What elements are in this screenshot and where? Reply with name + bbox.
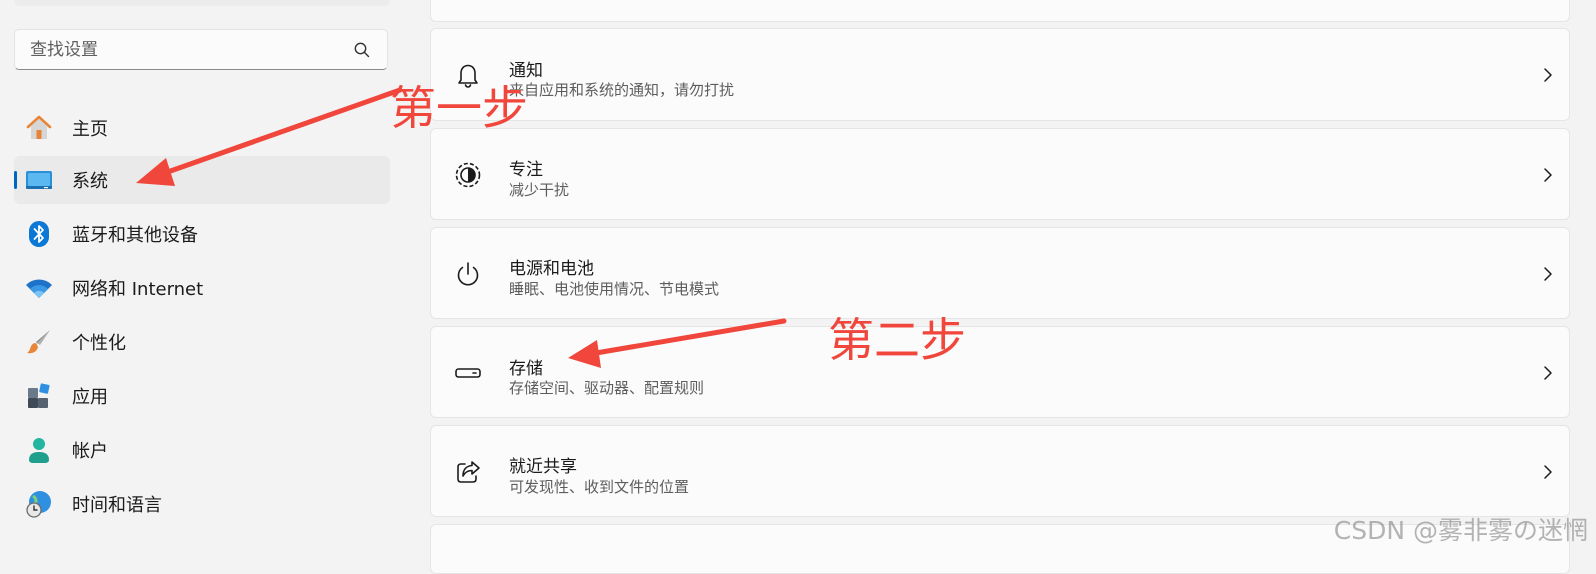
search-icon[interactable]: [353, 41, 371, 59]
wifi-icon: [26, 279, 52, 298]
settings-card-nearby-sharing[interactable]: 就近共享 可发现性、收到文件的位置: [430, 425, 1570, 517]
sidebar-item-bluetooth[interactable]: 蓝牙和其他设备: [14, 210, 390, 258]
card-title: 电源和电池: [509, 259, 594, 279]
sidebar-item-accounts[interactable]: 帐户: [14, 426, 390, 474]
storage-drive-icon: [455, 368, 481, 378]
card-subtitle: 可发现性、收到文件的位置: [509, 478, 690, 496]
chevron-right-icon: [1544, 267, 1552, 281]
sidebar-item-label: 主页: [72, 119, 108, 140]
search-input[interactable]: [28, 38, 332, 61]
settings-main-panel: 通知 来自应用和系统的通知，请勿打扰 专注 减少干扰 电源和电池 睡眠、电池使用…: [405, 0, 1596, 574]
settings-card-focus[interactable]: 专注 减少干扰: [430, 128, 1570, 220]
card-title: 存储: [509, 359, 543, 379]
sidebar-item-label: 个性化: [72, 333, 126, 354]
selection-indicator: [14, 171, 17, 189]
card-title: 就近共享: [509, 457, 577, 477]
card-subtitle: 减少干扰: [509, 181, 570, 199]
settings-card-partial-top[interactable]: [430, 0, 1570, 22]
sidebar-item-system[interactable]: 系统: [14, 156, 390, 204]
sidebar-item-time-language[interactable]: 时间和语言: [14, 480, 390, 528]
card-title: 通知: [509, 61, 543, 81]
chevron-right-icon: [1544, 465, 1552, 479]
sidebar: 主页 系统 蓝牙和其他设备 网络和 Internet: [0, 0, 405, 557]
sidebar-item-network[interactable]: 网络和 Internet: [14, 264, 390, 312]
settings-card-notifications[interactable]: 通知 来自应用和系统的通知，请勿打扰: [430, 28, 1570, 121]
chevron-right-icon: [1544, 366, 1552, 380]
card-title: 专注: [509, 160, 543, 180]
system-display-icon: [26, 171, 52, 189]
share-icon: [457, 461, 480, 483]
account-icon: [29, 438, 49, 463]
globe-clock-icon: [26, 491, 51, 518]
power-icon: [457, 262, 479, 286]
paintbrush-icon: [27, 330, 50, 354]
sidebar-item-apps[interactable]: 应用: [14, 372, 390, 420]
card-subtitle: 来自应用和系统的通知，请勿打扰: [509, 81, 735, 99]
sidebar-item-label: 时间和语言: [72, 495, 162, 516]
sidebar-item-label: 系统: [72, 171, 108, 192]
sidebar-item-label: 应用: [72, 387, 108, 408]
card-subtitle: 存储空间、驱动器、配置规则: [509, 379, 705, 397]
bell-icon: [458, 64, 478, 88]
sidebar-item-label: 网络和 Internet: [72, 279, 204, 300]
search-box[interactable]: [14, 29, 388, 70]
chevron-right-icon: [1544, 68, 1552, 82]
settings-card-partial-bottom[interactable]: [430, 524, 1570, 574]
bluetooth-icon: [29, 221, 49, 247]
sidebar-item-home[interactable]: 主页: [14, 104, 390, 152]
settings-card-storage[interactable]: 存储 存储空间、驱动器、配置规则: [430, 326, 1570, 418]
sidebar-item-personalization[interactable]: 个性化: [14, 318, 390, 366]
apps-icon: [28, 383, 50, 408]
card-subtitle: 睡眠、电池使用情况、节电模式: [509, 280, 720, 298]
sidebar-item-label: 蓝牙和其他设备: [72, 225, 198, 246]
chevron-right-icon: [1544, 168, 1552, 182]
sidebar-item-label: 帐户: [72, 441, 108, 462]
home-icon: [26, 115, 52, 139]
settings-card-power-battery[interactable]: 电源和电池 睡眠、电池使用情况、节电模式: [430, 227, 1570, 319]
focus-icon: [455, 162, 481, 188]
sidebar-top-strip: [14, 0, 390, 6]
